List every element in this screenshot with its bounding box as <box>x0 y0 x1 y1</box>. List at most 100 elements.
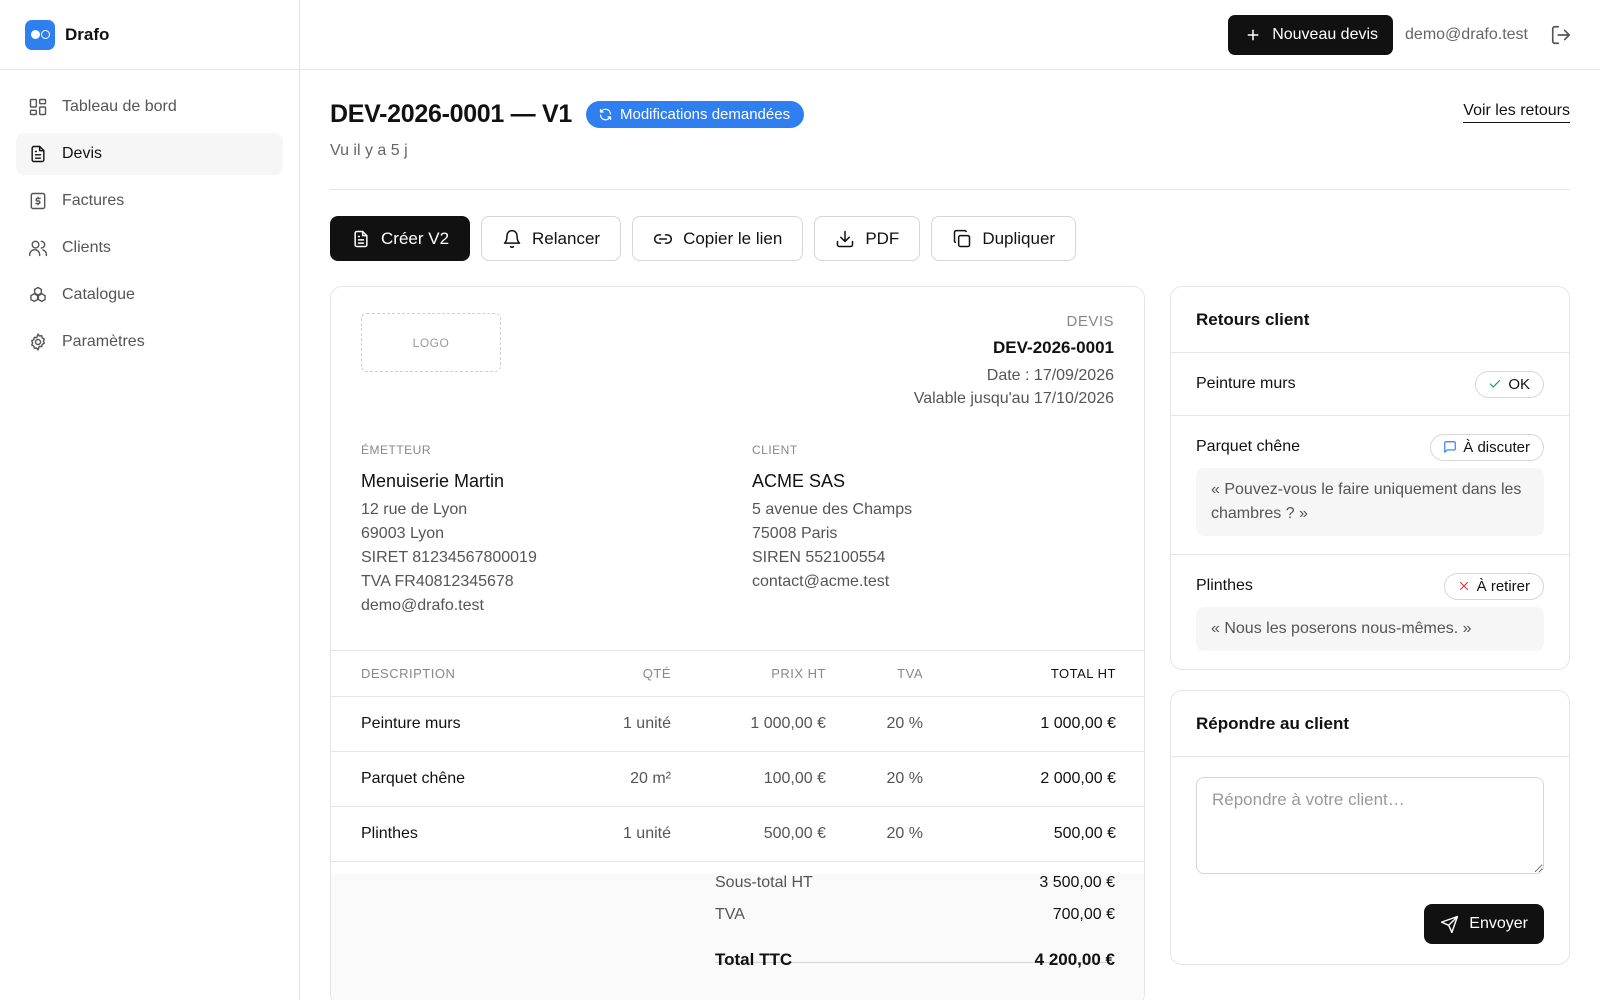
client-line: 75008 Paris <box>752 525 838 542</box>
table-row: Peinture murs 1 unité 1 000,00 € 20 % 1 … <box>331 696 1144 752</box>
catalog-icon <box>28 285 48 305</box>
table-row: Parquet chêne 20 m² 100,00 € 20 % 2 000,… <box>331 751 1144 807</box>
sidebar-item-label: Tableau de bord <box>62 98 177 115</box>
subtotal-label: Sous-total HT <box>715 874 813 891</box>
tva-value: 700,00 € <box>1052 906 1115 923</box>
sidebar-item-clients[interactable]: Clients <box>16 227 283 269</box>
page-title: DEV-2026-0001 — V1 <box>330 100 572 128</box>
sidebar-item-label: Devis <box>62 145 103 162</box>
quote-valid-until: Valable jusqu'au 17/10/2026 <box>913 390 1114 407</box>
copy-link-label: Copier le lien <box>683 228 783 248</box>
sidebar-item-label: Paramètres <box>62 333 145 350</box>
cell-quantity: 1 unité <box>571 696 671 752</box>
document-icon <box>351 229 371 249</box>
new-quote-button[interactable]: Nouveau devis <box>1228 14 1394 55</box>
cell-price: 500,00 € <box>671 806 826 862</box>
issuer-line: 12 rue de Lyon <box>361 501 468 518</box>
bell-icon <box>502 229 522 249</box>
feedback-item-name: Parquet chêne <box>1196 438 1301 455</box>
sidebar: Drafo Tableau de bord Devis Factures Cli… <box>0 0 300 1000</box>
copy-icon <box>952 229 972 249</box>
divider <box>330 189 1570 190</box>
issuer-line: SIRET 81234567800019 <box>361 549 537 566</box>
duplicate-button[interactable]: Dupliquer <box>931 216 1077 261</box>
sidebar-item-dashboard[interactable]: Tableau de bord <box>16 86 283 128</box>
feedback-item: Peinture murs OK <box>1171 353 1569 416</box>
new-quote-label: Nouveau devis <box>1272 25 1379 43</box>
feedback-comment: « Nous les poserons nous-mêmes. » <box>1196 607 1544 651</box>
x-icon <box>1457 579 1471 593</box>
feedback-status-pill: À discuter <box>1430 433 1544 461</box>
sidebar-item-label: Factures <box>62 192 125 209</box>
copy-link-button[interactable]: Copier le lien <box>632 216 804 261</box>
remind-label: Relancer <box>532 228 601 248</box>
feedback-status-pill: À retirer <box>1443 572 1544 600</box>
sidebar-item-factures[interactable]: Factures <box>16 180 283 222</box>
send-icon <box>1440 915 1459 934</box>
sidebar-item-parametres[interactable]: Paramètres <box>16 321 283 363</box>
line-items-table: DESCRIPTION QTÉ PRIX HT TVA TOTAL HT Pei… <box>331 650 1144 862</box>
quote-header: DEVIS DEV-2026-0001 Date : 17/09/2026 Va… <box>914 313 1114 408</box>
create-v2-label: Créer V2 <box>381 228 450 248</box>
panel-title: Répondre au client <box>1171 691 1569 757</box>
sidebar-item-catalogue[interactable]: Catalogue <box>16 274 283 316</box>
feedback-status-label: OK <box>1508 375 1530 393</box>
view-feedback-link[interactable]: Voir les retours <box>1463 102 1570 123</box>
cell-total: 1 000,00 € <box>923 696 1144 752</box>
feedback-status-pill: OK <box>1475 370 1544 398</box>
pdf-button[interactable]: PDF <box>814 216 921 261</box>
reply-panel: Répondre au client Envoyer <box>1170 690 1570 965</box>
cell-quantity: 1 unité <box>571 806 671 862</box>
issuer-line: TVA FR40812345678 <box>361 573 514 590</box>
reply-input[interactable] <box>1196 777 1544 874</box>
total-label: Total TTC <box>715 950 793 969</box>
subtotal-value: 3 500,00 € <box>1039 874 1115 891</box>
sidebar-item-label: Clients <box>62 239 111 256</box>
message-icon <box>1443 440 1457 454</box>
feedback-item: Parquet chêne À discuter « Pouvez-vous l… <box>1171 416 1569 555</box>
invoice-icon <box>28 191 48 211</box>
tva-row: TVA 700,00 € <box>715 906 1115 924</box>
total-value: 4 200,00 € <box>1034 950 1115 969</box>
sidebar-nav: Tableau de bord Devis Factures Clients C… <box>0 70 299 384</box>
brand[interactable]: Drafo <box>0 0 299 70</box>
cell-description: Plinthes <box>331 806 571 862</box>
column-header: TVA <box>826 650 923 697</box>
top-bar: Nouveau devis demo@drafo.test <box>300 0 1600 70</box>
duplicate-label: Dupliquer <box>982 228 1056 248</box>
cell-tva: 20 % <box>826 751 923 807</box>
cell-total: 2 000,00 € <box>923 751 1144 807</box>
logout-icon[interactable] <box>1540 24 1572 46</box>
feedback-item-name: Plinthes <box>1196 577 1253 594</box>
user-email: demo@drafo.test <box>1405 25 1528 43</box>
send-button[interactable]: Envoyer <box>1424 904 1544 944</box>
client-label: CLIENT <box>752 443 798 457</box>
document-icon <box>28 144 48 164</box>
subtotal-row: Sous-total HT 3 500,00 € <box>715 874 1115 892</box>
cell-quantity: 20 m² <box>571 751 671 807</box>
sidebar-item-devis[interactable]: Devis <box>16 133 283 175</box>
sidebar-item-label: Catalogue <box>62 286 135 303</box>
feedback-comment: « Pouvez-vous le faire uniquement dans l… <box>1196 468 1544 536</box>
table-row: Plinthes 1 unité 500,00 € 20 % 500,00 € <box>331 806 1144 862</box>
link-icon <box>653 229 673 249</box>
feedback-status-label: À discuter <box>1463 438 1530 456</box>
tva-label: TVA <box>715 906 745 923</box>
quote-date: Date : 17/09/2026 <box>986 367 1114 384</box>
column-header: QTÉ <box>571 650 671 697</box>
issuer-name: Menuiserie Martin <box>361 471 505 491</box>
cell-tva: 20 % <box>826 696 923 752</box>
cell-price: 1 000,00 € <box>671 696 826 752</box>
quote-number: DEV-2026-0001 <box>993 338 1114 357</box>
cell-description: Parquet chêne <box>331 751 571 807</box>
quote-kind: DEVIS <box>1066 313 1114 330</box>
remind-button[interactable]: Relancer <box>481 216 622 261</box>
create-v2-button[interactable]: Créer V2 <box>330 216 471 261</box>
total-row: Total TTC 4 200,00 € <box>715 950 1115 970</box>
status-label: Modifications demandées <box>619 106 791 123</box>
client-name: ACME SAS <box>752 471 846 491</box>
logo-placeholder: LOGO <box>361 313 501 372</box>
download-icon <box>835 229 855 249</box>
column-header: DESCRIPTION <box>331 650 571 697</box>
page-header: DEV-2026-0001 — V1 Modifications demandé… <box>330 100 1570 129</box>
